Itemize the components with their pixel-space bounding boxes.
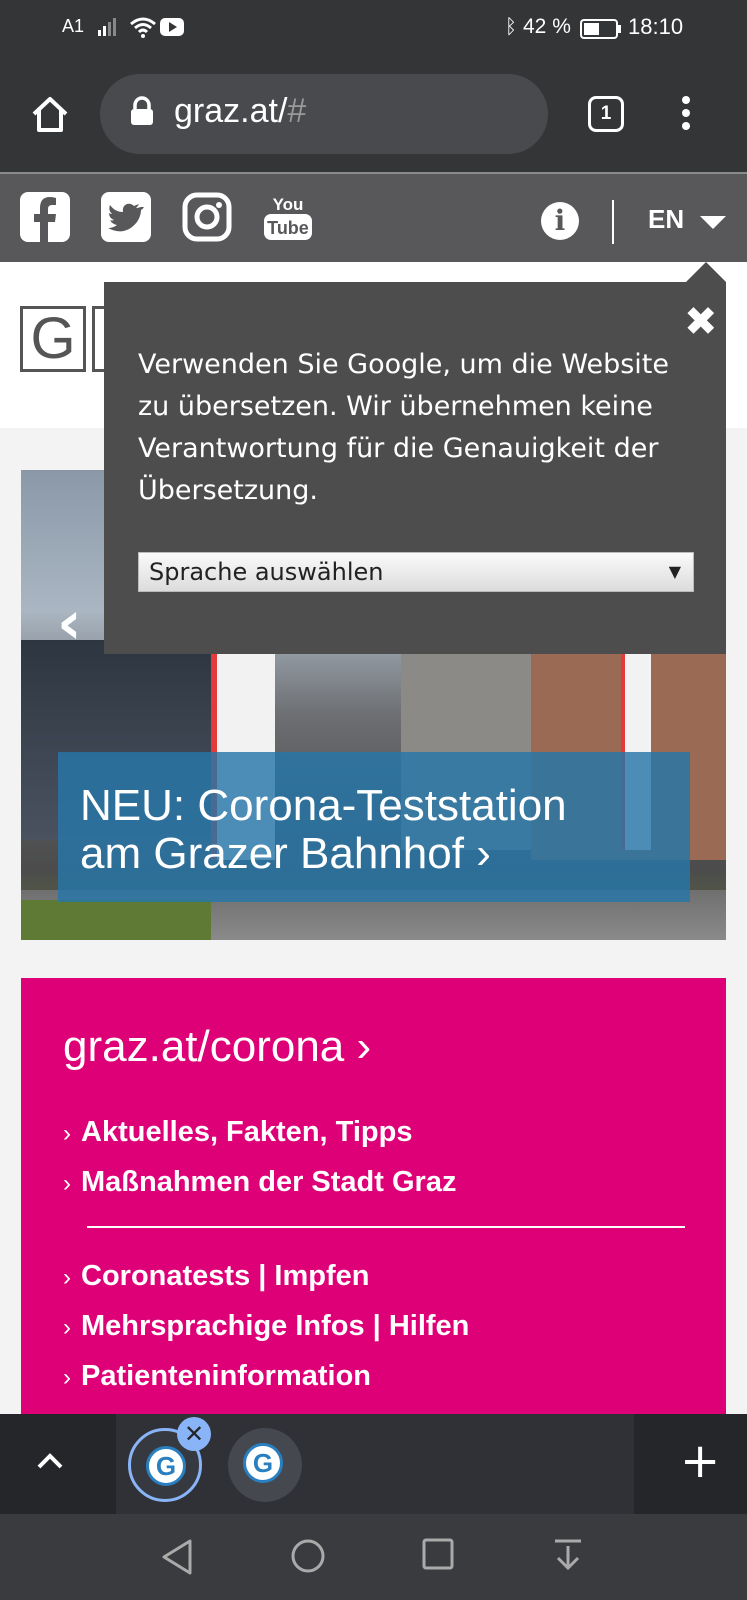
graz-logo[interactable]: G bbox=[20, 306, 86, 372]
chevron-right-icon: › bbox=[63, 1364, 71, 1391]
system-nav-bar bbox=[0, 1514, 747, 1600]
tab[interactable]: G bbox=[228, 1428, 302, 1502]
back-icon[interactable] bbox=[160, 1538, 194, 1576]
clock: 18:10 bbox=[628, 14, 684, 39]
svg-text:Tube: Tube bbox=[267, 218, 309, 238]
close-icon[interactable]: ✖ bbox=[684, 302, 718, 342]
chevron-up-icon[interactable] bbox=[36, 1448, 64, 1476]
recents-icon[interactable] bbox=[422, 1538, 454, 1570]
home-icon[interactable] bbox=[30, 94, 70, 134]
tab-switcher-button[interactable]: 1 bbox=[588, 96, 624, 132]
status-bar: A1 ᛒ 42 % 18:10 bbox=[0, 0, 747, 56]
chevron-right-icon: › bbox=[476, 829, 491, 878]
corona-link[interactable]: › Maßnahmen der Stadt Graz bbox=[63, 1166, 456, 1199]
carrier-label: A1 bbox=[62, 16, 85, 36]
corona-link[interactable]: › Coronatests | Impfen bbox=[63, 1260, 370, 1293]
youtube-icon[interactable]: You Tube bbox=[263, 192, 313, 242]
corona-info-box: graz.at/corona › › Aktuelles, Fakten, Tip… bbox=[21, 978, 726, 1418]
url-hash: # bbox=[287, 92, 307, 130]
url-domain: graz.at/ bbox=[174, 92, 288, 130]
chevron-right-icon: › bbox=[63, 1120, 71, 1147]
corona-title-link[interactable]: graz.at/corona › bbox=[63, 1022, 371, 1072]
language-select-value: Sprache auswählen bbox=[149, 558, 384, 586]
caption-line-1: NEU: Corona-Teststation bbox=[80, 781, 567, 830]
corona-link[interactable]: › Patienteninformation bbox=[63, 1360, 371, 1393]
divider bbox=[612, 200, 614, 244]
language-selector[interactable]: EN bbox=[648, 204, 684, 235]
facebook-icon[interactable] bbox=[20, 192, 70, 242]
wifi-icon bbox=[130, 17, 156, 38]
twitter-icon[interactable] bbox=[101, 192, 151, 242]
address-bar[interactable] bbox=[100, 74, 548, 154]
chevron-right-icon: › bbox=[63, 1314, 71, 1341]
url-text[interactable]: graz.at/# bbox=[174, 92, 306, 131]
new-tab-icon[interactable]: + bbox=[680, 1436, 720, 1486]
youtube-notification-icon bbox=[160, 18, 184, 36]
browser-toolbar: graz.at/# 1 bbox=[0, 56, 747, 172]
battery-icon bbox=[580, 19, 621, 39]
chevron-right-icon: › bbox=[63, 1170, 71, 1197]
corona-link[interactable]: › Mehrsprachige Infos | Hilfen bbox=[63, 1310, 469, 1343]
bluetooth-icon: ᛒ bbox=[505, 14, 517, 38]
close-tab-icon[interactable]: ✕ bbox=[177, 1417, 211, 1451]
grass bbox=[21, 900, 211, 940]
lock-icon[interactable] bbox=[130, 96, 154, 126]
overflow-menu-icon[interactable] bbox=[682, 96, 690, 135]
popup-pointer bbox=[686, 262, 726, 282]
tab-active[interactable]: G ✕ bbox=[128, 1417, 211, 1502]
language-select[interactable]: Sprache auswählen ▼ bbox=[138, 552, 694, 592]
instagram-icon[interactable] bbox=[182, 192, 232, 242]
tab-strip: G ✕ G + bbox=[0, 1414, 747, 1514]
dropdown-arrow-icon: ▼ bbox=[668, 562, 681, 581]
home-nav-icon[interactable] bbox=[290, 1538, 326, 1574]
translate-popup: ✖ Verwenden Sie Google, um die Website z… bbox=[104, 282, 726, 654]
info-icon[interactable]: i bbox=[541, 202, 579, 240]
notification-pull-icon[interactable] bbox=[552, 1538, 584, 1572]
carousel-prev-icon[interactable]: ‹ bbox=[57, 588, 82, 658]
divider bbox=[87, 1226, 685, 1228]
signal-icon bbox=[98, 18, 116, 36]
caret-down-icon[interactable] bbox=[700, 216, 726, 229]
svg-text:You: You bbox=[273, 195, 304, 214]
translate-disclaimer: Verwenden Sie Google, um die Website zu … bbox=[138, 349, 670, 506]
chevron-right-icon: › bbox=[63, 1264, 71, 1291]
site-favicon: G bbox=[243, 1443, 283, 1483]
site-top-bar: You Tube i EN bbox=[0, 172, 747, 262]
chevron-right-icon: › bbox=[356, 1022, 372, 1071]
hero-caption-link[interactable]: NEU: Corona-Teststation am Grazer Bahnho… bbox=[58, 752, 690, 902]
corona-link[interactable]: › Aktuelles, Fakten, Tipps bbox=[63, 1116, 412, 1149]
battery-percent: 42 % bbox=[523, 15, 571, 38]
site-favicon: G bbox=[146, 1446, 186, 1486]
caption-line-2: am Grazer Bahnhof › bbox=[80, 829, 491, 878]
tab-strip-tabs: G ✕ G bbox=[116, 1414, 634, 1514]
